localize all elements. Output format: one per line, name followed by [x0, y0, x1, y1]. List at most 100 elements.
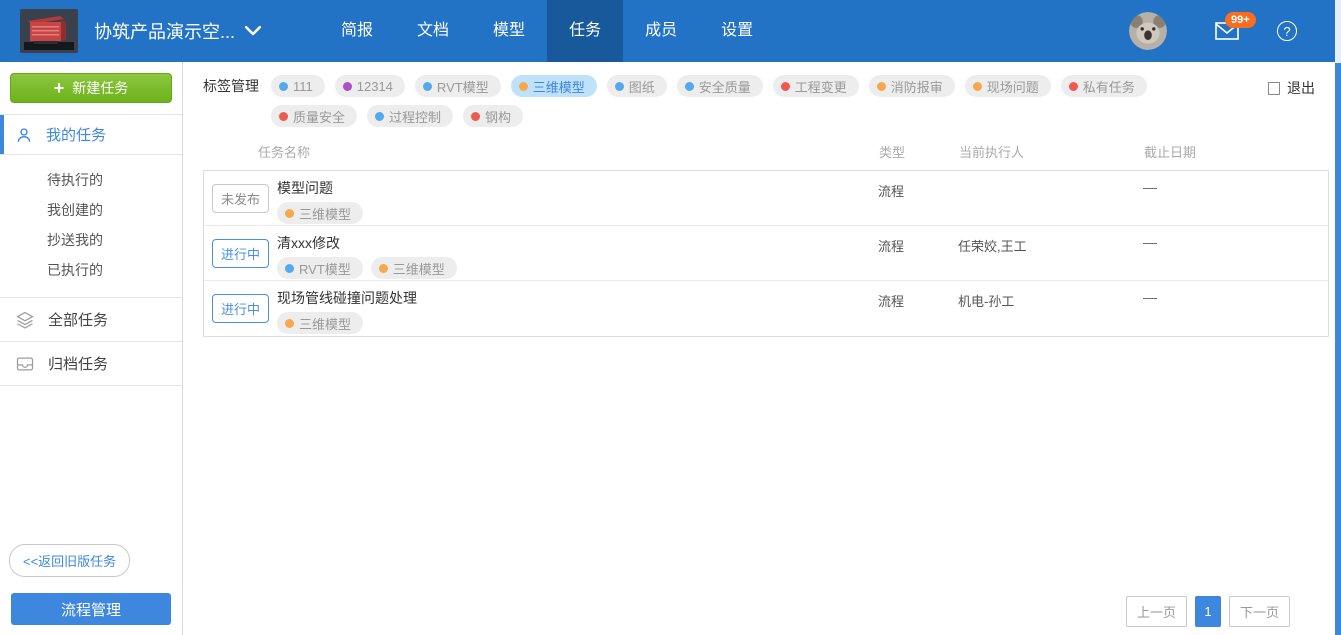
messages-button[interactable]: 99+: [1215, 22, 1239, 40]
table-header: 任务名称 类型 当前执行人 截止日期: [183, 142, 1341, 161]
archive-icon: [15, 354, 35, 374]
task-tags: 三维模型: [277, 202, 878, 224]
tag-color-dot: [279, 82, 288, 91]
tag-color-dot: [471, 112, 480, 121]
tag-pill[interactable]: 现场问题: [965, 75, 1051, 97]
sidebar-subitem[interactable]: 我创建的: [0, 195, 182, 225]
col-executor: 当前执行人: [959, 142, 1144, 161]
tag-bar: 标签管理 111 12314 RVT模型 三维模型: [183, 62, 1341, 127]
tag-label: 三维模型: [299, 314, 351, 333]
top-header: 协筑产品演示空... 简报文档模型任务成员设置: [0, 0, 1341, 62]
task-title[interactable]: 现场管线碰撞问题处理: [277, 288, 878, 308]
col-type: 类型: [879, 142, 959, 161]
tag-label: 工程变更: [795, 77, 847, 96]
back-to-old-version-button[interactable]: <<返回旧版任务: [9, 544, 130, 577]
sidebar-item-archived-tasks[interactable]: 归档任务: [0, 342, 182, 386]
tag-pill[interactable]: 消防报审: [869, 75, 955, 97]
sidebar-subitem[interactable]: 待执行的: [0, 165, 182, 195]
tag-label: 图纸: [629, 77, 655, 96]
tag-pill[interactable]: 工程变更: [773, 75, 859, 97]
status-cell: 进行中: [204, 226, 277, 280]
nav-tab[interactable]: 模型: [471, 0, 547, 62]
user-avatar[interactable]: [1129, 12, 1167, 50]
status-badge: 进行中: [212, 239, 269, 268]
tag-pill[interactable]: 质量安全: [271, 105, 357, 127]
message-count-badge: 99+: [1225, 12, 1256, 28]
tag-color-dot: [279, 112, 288, 121]
next-page-button[interactable]: 下一页: [1229, 596, 1290, 627]
tag-label: RVT模型: [437, 77, 489, 96]
nav-tab[interactable]: 成员: [623, 0, 699, 62]
prev-page-button[interactable]: 上一页: [1126, 596, 1187, 627]
tag-color-dot: [1069, 82, 1078, 91]
task-due-date: —: [1143, 171, 1328, 225]
tag-pill[interactable]: 钢构: [463, 105, 523, 127]
sidebar-subitem[interactable]: 抄送我的: [0, 225, 182, 255]
task-due-date: —: [1143, 226, 1328, 280]
tag-label: 消防报审: [891, 77, 943, 96]
vertical-scrollbar[interactable]: [1335, 0, 1341, 635]
tag-manager-label[interactable]: 标签管理: [203, 75, 259, 97]
task-table: 未发布 模型问题 三维模型 流程 —: [203, 170, 1329, 337]
scrollbar-thumb[interactable]: [1335, 63, 1341, 635]
new-task-button[interactable]: + 新建任务: [10, 73, 172, 103]
tag-pill[interactable]: RVT模型: [415, 75, 501, 97]
logout-button[interactable]: 退出: [1268, 78, 1315, 98]
header-right: 99+ ?: [1129, 12, 1297, 50]
sidebar-item-all-tasks[interactable]: 全部任务: [0, 298, 182, 342]
task-type: 流程: [878, 171, 958, 225]
task-executor: 任荣姣,王工: [958, 226, 1143, 280]
sidebar-spacer: [0, 386, 182, 544]
sidebar: + 新建任务 我的任务 待执行的我创建的抄送我的已执行的 全部任务: [0, 62, 183, 635]
tag-label: 三维模型: [533, 77, 585, 96]
tag-color-dot: [285, 209, 294, 218]
tag-label: 安全质量: [699, 77, 751, 96]
table-row[interactable]: 进行中 现场管线碰撞问题处理 三维模型 流程 机电-孙工 —: [204, 281, 1328, 336]
tag-pill[interactable]: 12314: [335, 75, 405, 97]
task-title[interactable]: 清xxx修改: [277, 233, 878, 253]
tag-color-dot: [519, 82, 528, 91]
tag-pill[interactable]: 三维模型: [511, 75, 597, 97]
table-row[interactable]: 未发布 模型问题 三维模型 流程 —: [204, 171, 1328, 226]
tag-label: 三维模型: [299, 204, 351, 223]
logout-icon: [1268, 82, 1280, 95]
workspace-logo[interactable]: [20, 9, 78, 53]
task-title[interactable]: 模型问题: [277, 178, 878, 198]
tag-color-dot: [423, 82, 432, 91]
current-page[interactable]: 1: [1195, 596, 1221, 627]
tag-pill[interactable]: 安全质量: [677, 75, 763, 97]
status-cell: 进行中: [204, 281, 277, 336]
nav-tab[interactable]: 简报: [319, 0, 395, 62]
chevron-down-icon[interactable]: [245, 26, 261, 36]
task-tag-pill: 三维模型: [277, 312, 363, 334]
col-task-name: 任务名称: [203, 142, 879, 161]
user-icon: [15, 126, 33, 144]
help-icon[interactable]: ?: [1277, 21, 1297, 41]
tag-color-dot: [285, 264, 294, 273]
name-cell: 现场管线碰撞问题处理 三维模型: [277, 281, 878, 336]
tag-label: 过程控制: [389, 107, 441, 126]
tag-pill[interactable]: 私有任务: [1061, 75, 1147, 97]
logout-label: 退出: [1287, 78, 1315, 98]
sidebar-subitem[interactable]: 已执行的: [0, 255, 182, 285]
task-type: 流程: [878, 281, 958, 336]
main-content: 标签管理 111 12314 RVT模型 三维模型: [183, 62, 1341, 635]
table-row[interactable]: 进行中 清xxx修改 RVT模型 三维模型: [204, 226, 1328, 281]
process-management-button[interactable]: 流程管理: [11, 593, 171, 625]
tag-pill[interactable]: 过程控制: [367, 105, 453, 127]
tag-pill[interactable]: 图纸: [607, 75, 667, 97]
status-badge: 未发布: [212, 184, 269, 213]
workspace-title[interactable]: 协筑产品演示空...: [94, 18, 235, 44]
sidebar-item-my-tasks[interactable]: 我的任务: [0, 114, 182, 155]
main-nav: 简报文档模型任务成员设置: [319, 0, 775, 62]
nav-tab[interactable]: 任务: [547, 0, 623, 62]
name-cell: 清xxx修改 RVT模型 三维模型: [277, 226, 878, 280]
task-tag-pill: 三维模型: [371, 257, 457, 279]
tag-pill[interactable]: 111: [271, 75, 325, 97]
nav-tab[interactable]: 文档: [395, 0, 471, 62]
active-indicator: [0, 115, 4, 154]
nav-tab[interactable]: 设置: [699, 0, 775, 62]
status-cell: 未发布: [204, 171, 277, 225]
tag-label: 三维模型: [393, 259, 445, 278]
pagination: 上一页 1 下一页: [1126, 596, 1290, 627]
